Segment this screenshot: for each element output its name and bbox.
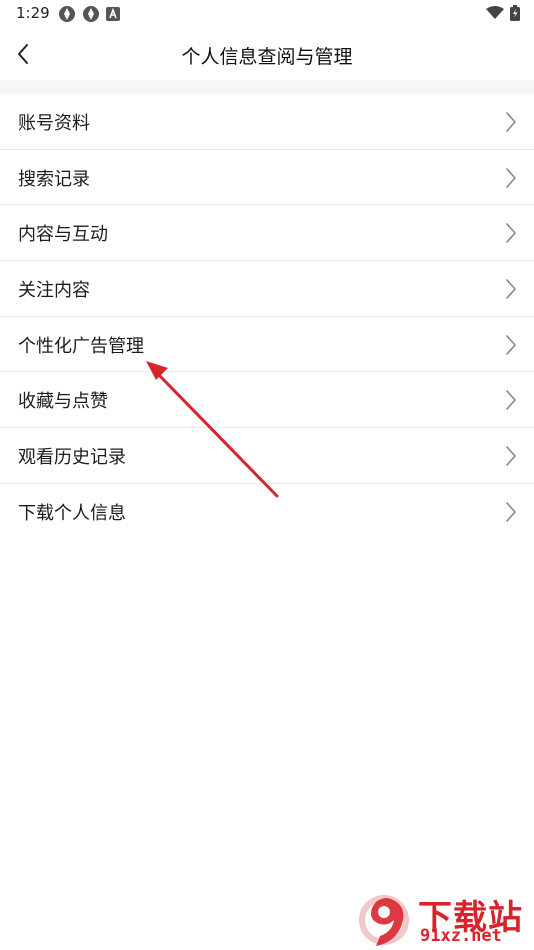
menu-item-content-interaction[interactable]: 内容与互动 [0, 205, 534, 262]
chevron-right-icon [506, 334, 516, 355]
menu-item-label: 下载个人信息 [18, 502, 126, 524]
a-badge-icon [106, 7, 120, 21]
menu-item-personalized-ads[interactable]: 个性化广告管理 [0, 317, 534, 373]
battery-icon [510, 5, 520, 21]
page-title: 个人信息查阅与管理 [181, 46, 353, 68]
menu-item-following[interactable]: 关注内容 [0, 261, 534, 317]
menu-item-download-info[interactable]: 下载个人信息 [0, 484, 534, 540]
notification-icons [58, 5, 120, 23]
menu-item-label: 个性化广告管理 [18, 335, 144, 357]
chevron-right-icon [506, 167, 516, 188]
watermark-logo-icon [359, 895, 409, 946]
menu-item-label: 内容与互动 [18, 224, 108, 246]
menu-item-label: 观看历史记录 [18, 447, 126, 469]
status-bar: 1:29 [0, 0, 534, 28]
chevron-right-icon [506, 279, 516, 299]
status-time: 1:29 [16, 4, 50, 22]
nav-bar: 个人信息查阅与管理 [0, 28, 534, 80]
watermark: 下载站 91xz.net [358, 890, 530, 948]
settings-list: 账号资料 搜索记录 内容与互动 关注内容 个性化广告管理 收藏与点赞 观看历史记… [0, 94, 534, 540]
section-divider [0, 80, 534, 94]
chevron-right-icon [506, 390, 516, 411]
menu-item-label: 账号资料 [18, 113, 90, 134]
watermark-url: 91xz.net [420, 926, 502, 946]
menu-item-favorites-likes[interactable]: 收藏与点赞 [0, 372, 534, 429]
chevron-right-icon [506, 446, 516, 466]
menu-item-label: 搜索记录 [18, 168, 90, 190]
app-notification-icon [59, 6, 75, 22]
wifi-icon [486, 6, 504, 19]
menu-item-watch-history[interactable]: 观看历史记录 [0, 428, 534, 484]
system-icons [486, 5, 520, 21]
menu-item-search-history[interactable]: 搜索记录 [0, 150, 534, 206]
app-notification-icon [83, 6, 99, 22]
menu-item-label: 关注内容 [18, 280, 90, 302]
chevron-right-icon [506, 112, 516, 132]
menu-item-label: 收藏与点赞 [18, 391, 108, 413]
menu-item-account-info[interactable]: 账号资料 [0, 94, 534, 150]
chevron-right-icon [506, 223, 516, 244]
chevron-right-icon [506, 502, 516, 522]
